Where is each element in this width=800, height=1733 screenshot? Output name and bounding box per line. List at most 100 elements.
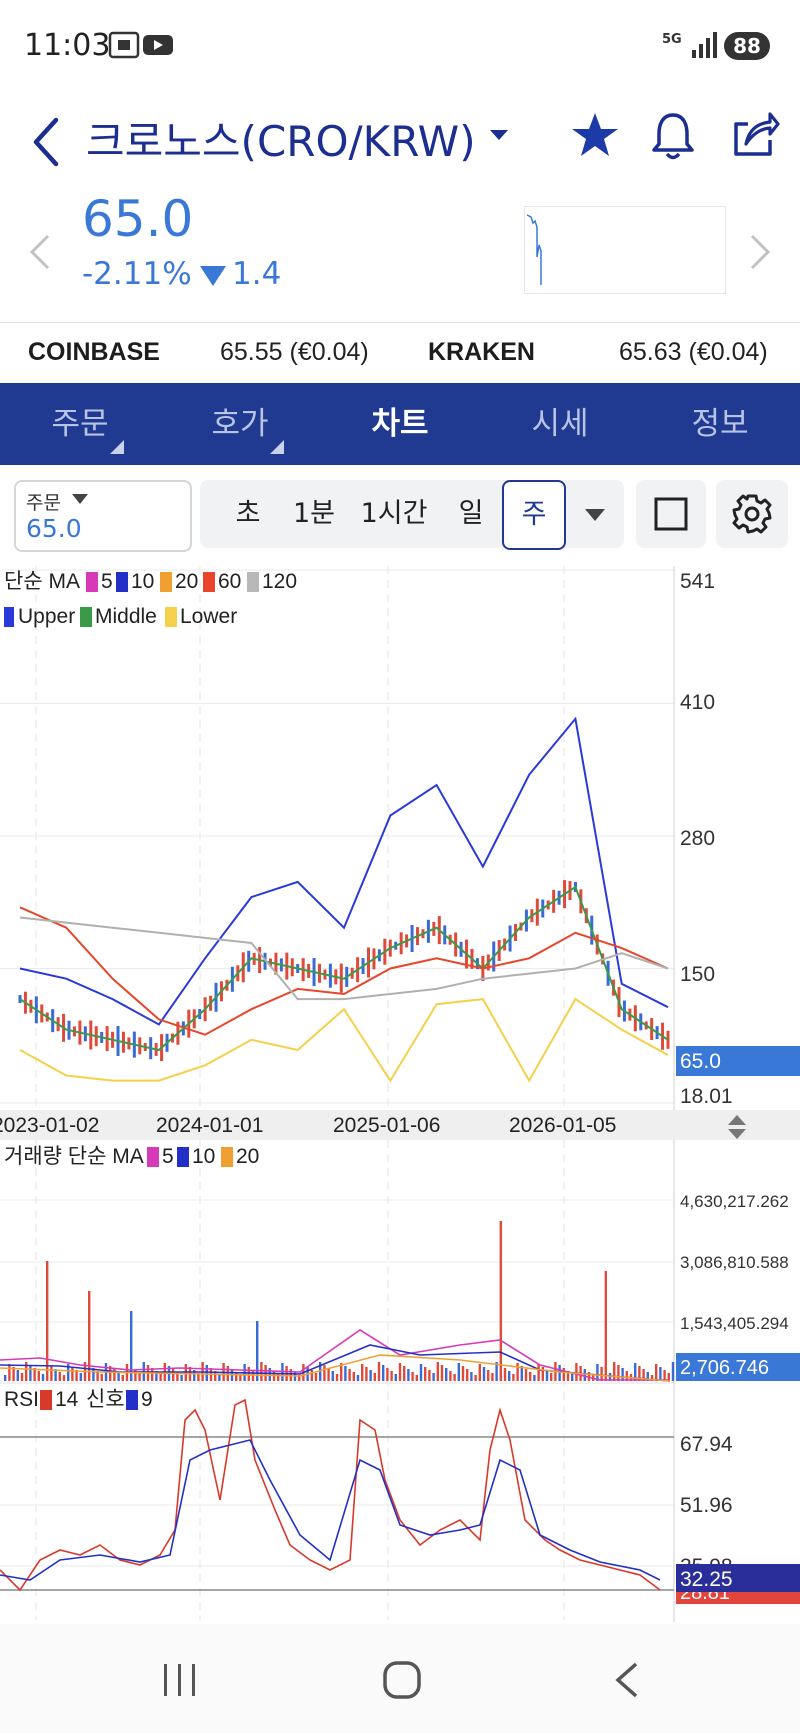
volume-bar [604, 1271, 607, 1381]
volume-bar [172, 1369, 175, 1381]
interval-second[interactable]: 초 [228, 480, 268, 548]
share-icon[interactable] [730, 110, 780, 160]
exchange-name-kraken: KRAKEN [428, 338, 535, 366]
ma120-label: 120 [262, 570, 297, 593]
x-tick-2023: 2023-01-02 [0, 1114, 99, 1137]
status-time: 11:03 [24, 28, 111, 63]
ma10-label: 10 [131, 570, 154, 593]
volume-bar [386, 1368, 389, 1381]
volume-bar [440, 1365, 444, 1381]
interval-more-caret-icon[interactable] [584, 508, 606, 522]
tab-info[interactable]: 정보 [650, 383, 790, 465]
volume-bar [79, 1373, 82, 1381]
volume-bar [403, 1366, 406, 1381]
exchange-value-coinbase: 65.55 (€0.04) [220, 338, 369, 366]
mini-price-chart[interactable] [524, 206, 726, 294]
volume-bar [268, 1368, 271, 1381]
volume-bar [310, 1370, 313, 1381]
volume-bar [470, 1372, 473, 1381]
volume-bar [575, 1363, 578, 1381]
volume-bar [159, 1374, 162, 1381]
volume-bar [508, 1371, 511, 1381]
tab-chart[interactable]: 차트 [330, 383, 470, 465]
volume-bar [226, 1366, 229, 1381]
main-grid [0, 566, 674, 1620]
main-candles [18, 880, 670, 1062]
volume-bar [461, 1366, 465, 1381]
tab-order-corner [110, 440, 124, 454]
ma5-swatch [86, 572, 98, 592]
bb-upper-swatch [4, 607, 14, 627]
volume-bar [524, 1369, 528, 1381]
volume-bar [424, 1367, 427, 1381]
ma-legend-title: 단순 MA [4, 570, 80, 593]
volume-bar [503, 1368, 507, 1381]
chevron-right-icon[interactable] [748, 232, 772, 272]
volume-bar [4, 1375, 7, 1381]
tab-order[interactable]: 주문 [10, 383, 150, 465]
volume-bar [50, 1366, 53, 1381]
square-icon [654, 497, 688, 531]
order-select-value: 65.0 [26, 514, 82, 543]
back-nav-icon[interactable] [612, 1660, 642, 1700]
volume-bar [411, 1372, 414, 1381]
volume-bar [247, 1367, 250, 1381]
volume-bar [151, 1368, 154, 1381]
volume-bar [121, 1375, 124, 1381]
volume-bar [474, 1375, 477, 1381]
volume-bar [457, 1363, 460, 1381]
rsi-legend-title: RSI [4, 1388, 39, 1411]
chevron-left-icon[interactable] [28, 232, 52, 272]
rsi-14-line [0, 1398, 661, 1592]
change-percent: -2.11% [82, 256, 192, 292]
chart-area[interactable]: 단순 MA 5 10 20 60 120 Upper Middle Lower … [0, 566, 800, 1624]
star-icon[interactable] [570, 110, 620, 160]
rsi-tick-high: 67.94 [680, 1433, 733, 1456]
volume-bar [377, 1362, 381, 1381]
tab-orderbook[interactable]: 호가 [170, 383, 310, 465]
y-tick-280: 280 [680, 827, 715, 850]
volume-bar [20, 1373, 24, 1381]
volume-bar [352, 1372, 355, 1381]
volume-bar [512, 1374, 515, 1381]
volume-bar [369, 1370, 372, 1381]
network-type: 5G [662, 32, 682, 47]
interval-week[interactable]: 주 [502, 480, 566, 550]
youtube-icon [143, 35, 173, 55]
caret-down-icon[interactable] [488, 128, 510, 142]
back-arrow-icon[interactable] [26, 114, 70, 170]
signal-icon [692, 32, 717, 58]
bell-icon[interactable] [648, 110, 698, 162]
vol-ma10-line [0, 1344, 671, 1382]
rsi-9-label: 9 [141, 1388, 153, 1411]
chart-settings-button[interactable] [716, 480, 788, 548]
volume-legend-title: 거래량 단순 MA [4, 1145, 144, 1168]
bb-lower-swatch [165, 607, 177, 627]
interval-1hour[interactable]: 1시간 [354, 480, 434, 548]
volume-bar [335, 1374, 339, 1381]
y-tick-541: 541 [680, 570, 715, 593]
vol-ma5-label: 5 [162, 1145, 174, 1168]
interval-1min[interactable]: 1분 [286, 480, 342, 548]
volume-bar [671, 1362, 675, 1381]
volume-bar [29, 1365, 32, 1381]
coin-title[interactable]: 크로노스(CRO/KRW) [86, 108, 476, 169]
rsi-14-swatch [40, 1390, 52, 1410]
fullscreen-button[interactable] [636, 480, 706, 548]
volume-bar [613, 1362, 616, 1381]
tab-market[interactable]: 시세 [490, 383, 630, 465]
volume-bar [407, 1369, 410, 1381]
volume-bar [516, 1363, 519, 1381]
interval-day[interactable]: 일 [450, 480, 492, 548]
vol-ma10-label: 10 [192, 1145, 215, 1168]
current-price: 65.0 [82, 190, 194, 248]
home-icon[interactable] [382, 1660, 422, 1700]
change-amount: 1.4 [232, 256, 282, 292]
volume-bar [344, 1366, 347, 1381]
screenshot-icon [108, 31, 140, 59]
bb-middle-swatch [80, 607, 92, 627]
volume-bar [491, 1373, 494, 1381]
volume-bar [415, 1375, 418, 1381]
recent-apps-icon[interactable] [160, 1662, 200, 1698]
rsi-current-label: 32.25 [680, 1568, 733, 1591]
